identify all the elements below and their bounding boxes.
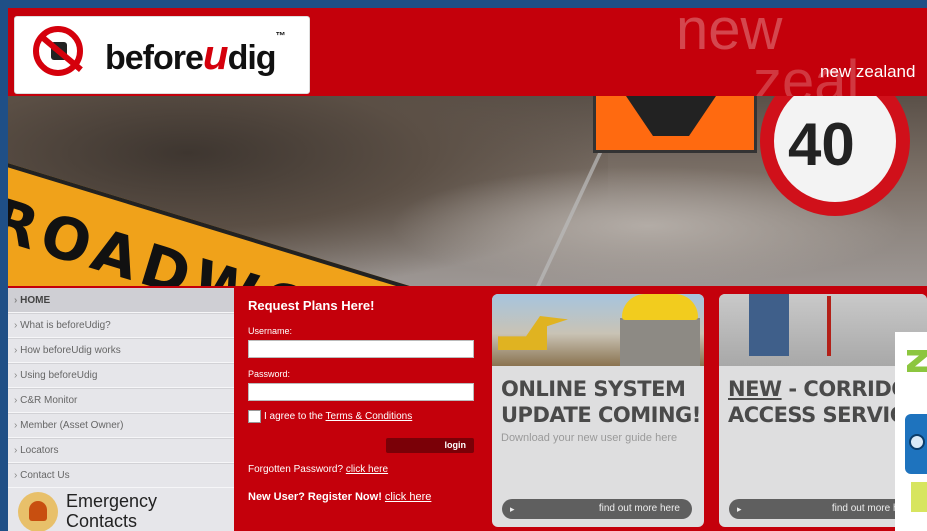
hero-banner: ROADWO 40 [8,96,927,286]
password-input[interactable] [248,383,474,401]
register-link[interactable]: click here [385,491,431,503]
emergency-contacts-label: Emergency Contacts [66,491,158,531]
sidebar-item-member[interactable]: Member (Asset Owner) [8,413,234,438]
promo-card-title: ONLINE SYSTEM UPDATE COMING! [501,377,701,427]
app-icon [905,414,927,474]
sidebar-item-using[interactable]: Using beforeUdig [8,363,234,388]
orange-warning-sign [593,96,757,153]
z-logo-icon [907,350,927,372]
form-title: Request Plans Here! [248,298,375,313]
excavator-photo [492,294,704,366]
arrow-right-icon: ▸ [737,504,742,514]
sidebar-item-contact[interactable]: Contact Us [8,463,234,488]
sidebar-item-locators[interactable]: Locators [8,438,234,463]
widget-tab-icon [911,482,927,512]
sidebar-nav: HOME What is beforeUdig? How beforeUdig … [8,288,234,531]
speed-limit-value: 40 [788,111,855,178]
request-plans-form: Request Plans Here! Username: Password: … [243,288,487,531]
password-label: Password: [248,369,291,379]
arrow-right-icon: ▸ [510,504,515,514]
forgot-password-link[interactable]: click here [346,464,388,475]
sidebar-item-home[interactable]: HOME [8,288,234,313]
emergency-contacts-link[interactable]: Emergency Contacts [8,486,234,531]
page: beforeudig™ new zeal new zealand ROADWO … [8,8,927,531]
emergency-siren-icon [18,492,58,531]
promo-card-subtitle: Download your new user guide here [501,432,678,444]
terms-link[interactable]: Terms & Conditions [326,411,413,422]
sidebar-item-what-is[interactable]: What is beforeUdig? [8,313,234,338]
no-digging-icon [33,26,83,76]
login-button[interactable]: login [386,438,474,453]
sidebar-item-car-monitor[interactable]: C&R Monitor [8,388,234,413]
terms-agreement: I agree to the Terms & Conditions [248,410,412,423]
site-logo[interactable]: beforeudig™ [14,16,310,94]
side-widget[interactable] [895,332,927,531]
sidebar-item-how-it-works[interactable]: How beforeUdig works [8,338,234,363]
logo-wordmark: beforeudig™ [105,31,286,78]
promo-card-system-update[interactable]: ONLINE SYSTEM UPDATE COMING! Download you… [492,294,704,527]
username-input[interactable] [248,340,474,358]
register-prompt: New User? Register Now! click here [248,491,432,503]
promo-card-title: NEW - CORRIDO ACCESS SERVIC [728,377,909,427]
forgot-password: Forgotten Password? click here [248,464,389,475]
region-label: new zealand [820,62,916,81]
terms-checkbox[interactable] [248,410,261,423]
username-label: Username: [248,326,293,336]
find-out-more-button[interactable]: ▸ find out more here [502,499,692,519]
